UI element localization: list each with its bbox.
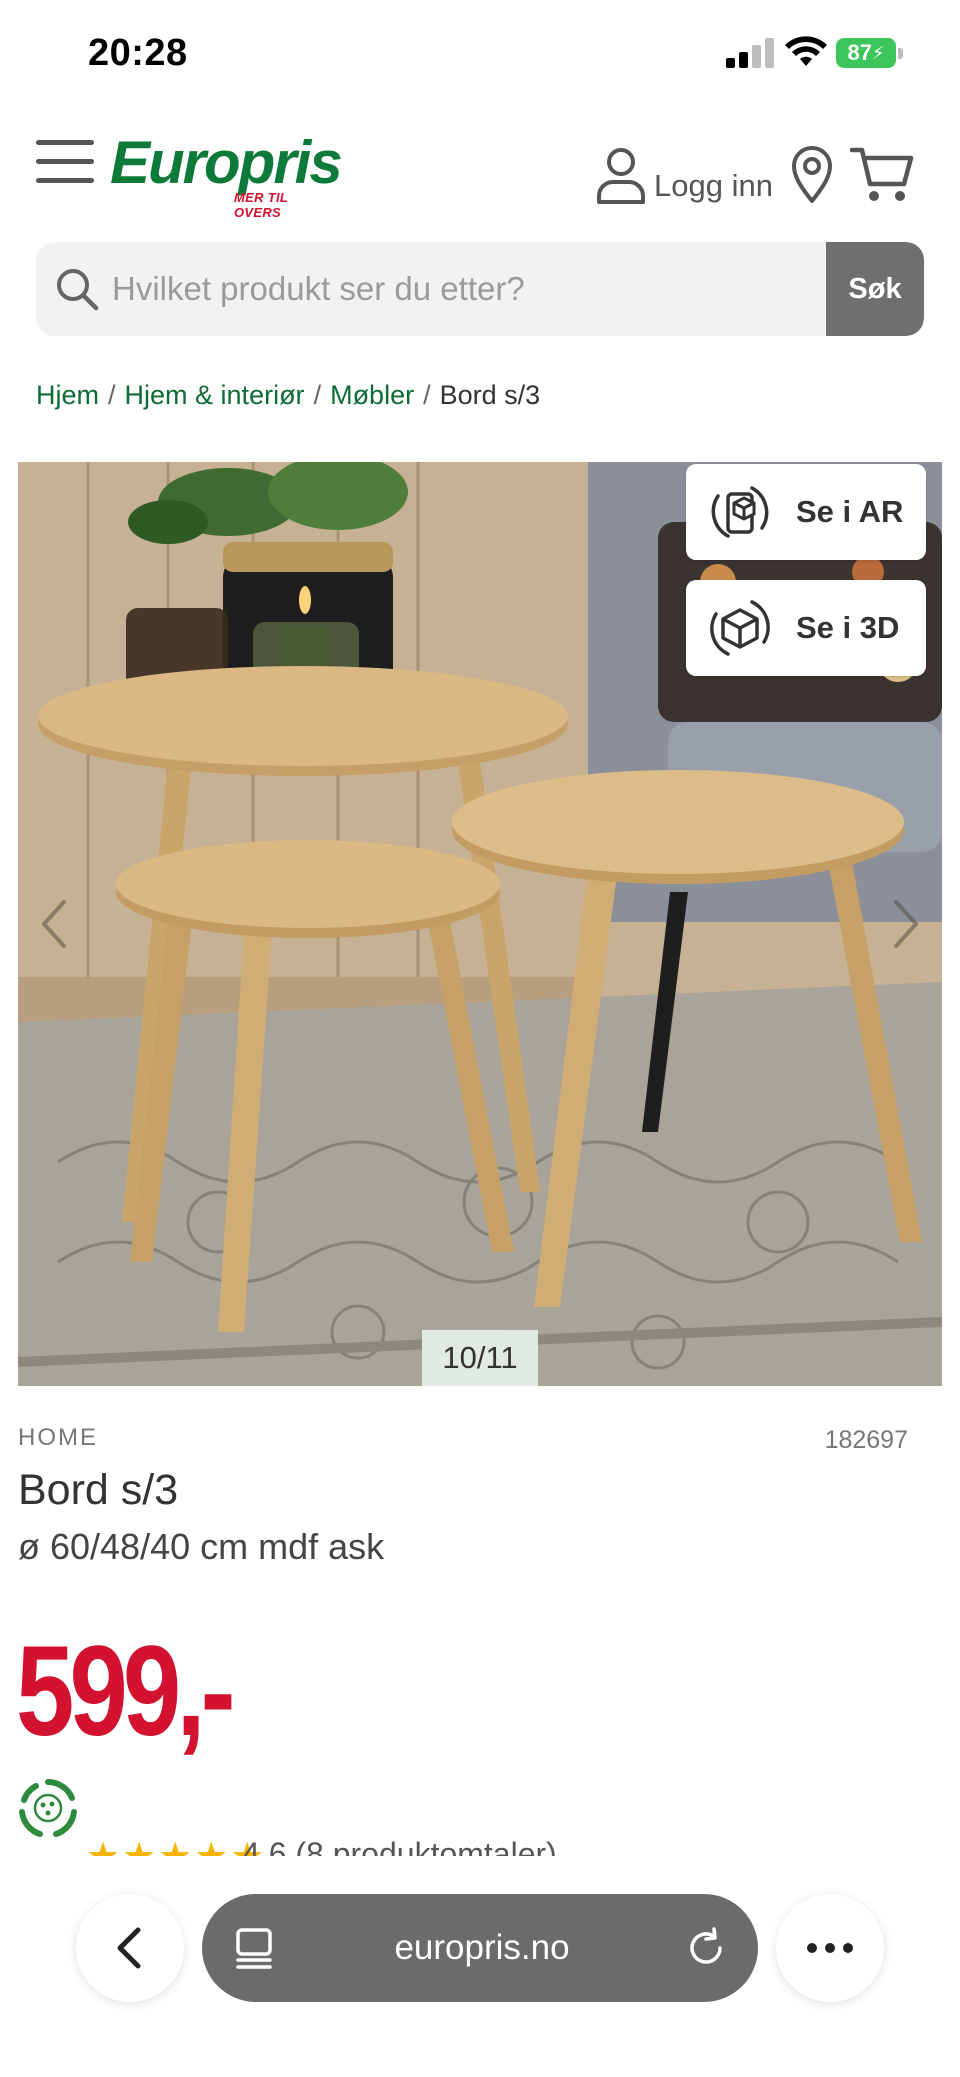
reload-icon[interactable] [684, 1926, 728, 1970]
view-in-3d-button[interactable]: Se i 3D [686, 580, 926, 676]
logo-text: Europris [110, 129, 343, 196]
view-in-ar-label: Se i AR [796, 494, 904, 529]
wifi-icon [785, 36, 827, 66]
status-bar: 20:28 87 ⚡ [0, 0, 960, 108]
chevron-left-icon [117, 1927, 141, 1969]
breadcrumb-separator: / [423, 380, 431, 410]
user-icon[interactable] [596, 146, 646, 204]
product-brand: HOME [18, 1424, 98, 1451]
3d-cube-icon [710, 600, 770, 656]
breadcrumb-separator: / [313, 380, 322, 410]
address-bar[interactable]: europris.no [202, 1894, 758, 2002]
product-title: Bord s/3 [18, 1466, 179, 1514]
search-bar: Søk [36, 242, 924, 336]
europris-logo[interactable]: Europris MER TIL OVERS [110, 128, 343, 220]
gallery-prev-arrow-icon[interactable] [34, 894, 74, 954]
rating-stars-icon: ★★★★★ [86, 1838, 266, 1856]
product-sku: 182697 [824, 1426, 908, 1454]
address-url[interactable]: europris.no [292, 1894, 672, 2002]
status-time: 20:28 [88, 32, 188, 74]
location-pin-icon[interactable] [790, 146, 834, 204]
breadcrumb: Hjem / Hjem & interiør / Møbler / Bord s/3 [36, 380, 540, 411]
rating-summary: 4,6 (8 produktomtaler) [242, 1838, 557, 1856]
breadcrumb-current: Bord s/3 [439, 380, 541, 410]
search-button[interactable]: Søk [826, 242, 924, 336]
gallery-next-arrow-icon[interactable] [886, 894, 926, 954]
battery-cap [898, 48, 903, 59]
cellular-signal-icon [726, 38, 774, 68]
battery-level: 87 [847, 40, 872, 65]
product-price: 599,- [16, 1620, 236, 1763]
tab-overview-icon[interactable] [232, 1926, 276, 1970]
browser-back-button[interactable] [76, 1894, 184, 2002]
product-subtitle: ø 60/48/40 cm mdf ask [18, 1526, 385, 1567]
login-link[interactable]: Logg inn [654, 168, 773, 204]
cart-icon[interactable] [850, 146, 914, 204]
search-icon [57, 269, 99, 311]
browser-more-button[interactable] [776, 1894, 884, 2002]
breadcrumb-furniture[interactable]: Møbler [330, 380, 414, 410]
browser-toolbar: europris.no [0, 1858, 960, 2077]
breadcrumb-separator: / [108, 380, 116, 410]
view-in-3d-label: Se i 3D [796, 610, 900, 645]
ar-icon [711, 486, 769, 538]
more-dots-icon [807, 1943, 853, 1953]
search-input[interactable] [112, 242, 852, 336]
eco-recycle-icon [19, 1779, 77, 1837]
product-rating[interactable]: ★★★★★ 4,6 (8 produktomtaler) [86, 1838, 686, 1856]
menu-icon[interactable] [36, 140, 96, 184]
product-image-gallery[interactable]: Se i AR Se i 3D 10/11 [18, 462, 942, 1386]
image-counter: 10/11 [422, 1330, 538, 1386]
view-in-ar-button[interactable]: Se i AR [686, 464, 926, 560]
logo-tagline: MER TIL OVERS [234, 190, 288, 220]
battery-indicator: 87 ⚡ [836, 38, 896, 68]
breadcrumb-home-interior[interactable]: Hjem & interiør [125, 380, 305, 410]
breadcrumb-home[interactable]: Hjem [36, 380, 99, 410]
